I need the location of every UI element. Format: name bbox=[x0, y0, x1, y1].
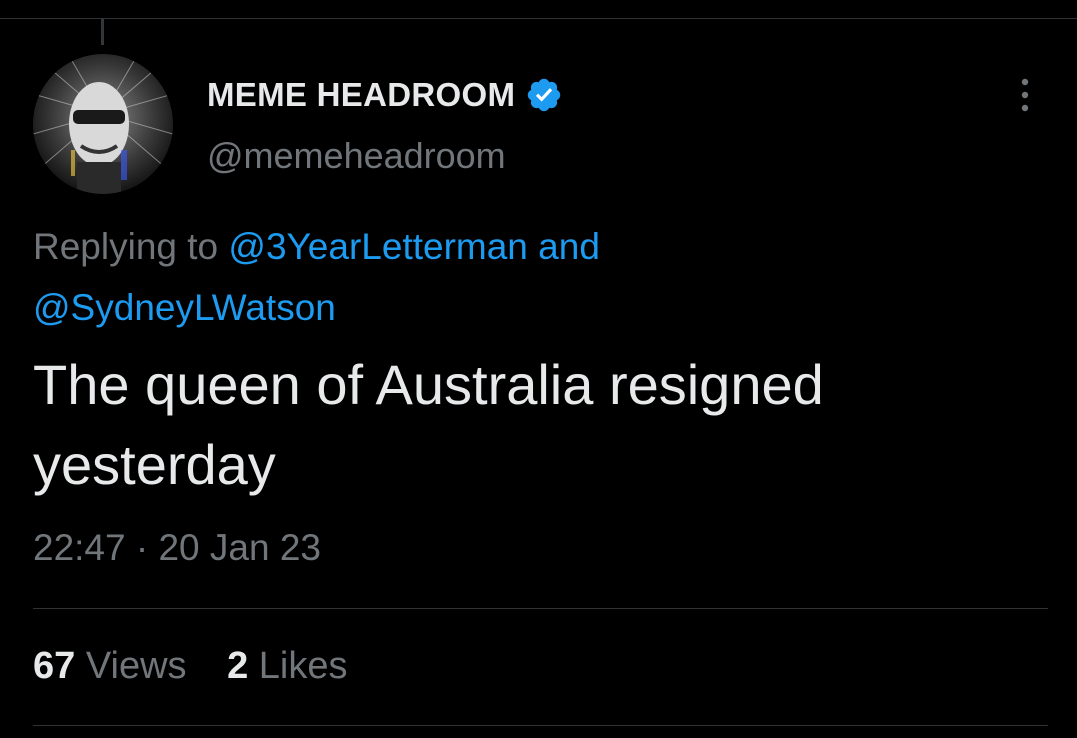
author-name-row[interactable]: MEME HEADROOM bbox=[207, 74, 563, 116]
views-stat[interactable]: 67 Views bbox=[33, 645, 197, 687]
likes-count: 2 bbox=[227, 645, 249, 687]
author-display-name[interactable]: MEME HEADROOM bbox=[207, 76, 515, 114]
top-divider bbox=[0, 18, 1077, 19]
replying-to-prefix: Replying to bbox=[33, 226, 219, 267]
likes-stat[interactable]: 2 Likes bbox=[227, 645, 347, 687]
mention-link-sydneylwatson[interactable]: @SydneyLWatson bbox=[33, 287, 336, 328]
replying-to-line: Replying to @3YearLetterman and bbox=[33, 226, 600, 268]
stats-top-divider bbox=[33, 608, 1048, 609]
tweet-time[interactable]: 22:47 bbox=[33, 527, 126, 568]
replying-to-line-2: @SydneyLWatson bbox=[33, 287, 336, 329]
more-options-icon[interactable] bbox=[1010, 74, 1040, 116]
avatar[interactable] bbox=[33, 54, 173, 194]
tweet-stats: 67 Views 2 Likes bbox=[33, 645, 378, 688]
mention-link-3yearletterman[interactable]: @3YearLetterman bbox=[228, 226, 528, 267]
tweet-timestamp[interactable]: 22:47 · 20 Jan 23 bbox=[33, 527, 321, 569]
replying-to-conjunction: and bbox=[538, 226, 600, 267]
tweet-date[interactable]: 20 Jan 23 bbox=[158, 527, 321, 568]
avatar-image bbox=[33, 54, 173, 194]
likes-label: Likes bbox=[258, 645, 348, 687]
timestamp-separator: · bbox=[135, 527, 149, 568]
stats-bottom-divider bbox=[33, 725, 1048, 726]
author-handle[interactable]: @memeheadroom bbox=[207, 135, 506, 177]
tweet-text: The queen of Australia resigned yesterda… bbox=[33, 353, 824, 496]
views-label: Views bbox=[85, 645, 187, 687]
thread-connector-line bbox=[101, 19, 104, 45]
verified-badge-icon bbox=[528, 78, 561, 112]
views-count: 67 bbox=[33, 645, 76, 687]
